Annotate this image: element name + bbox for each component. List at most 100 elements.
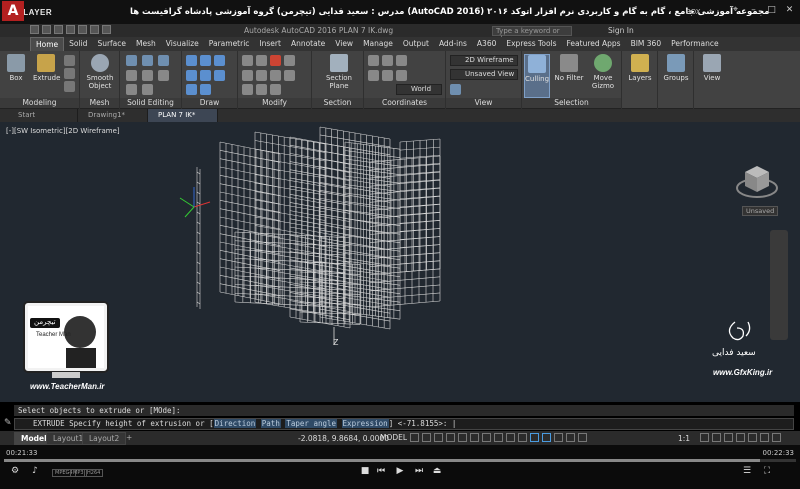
ribbon-tab-performance[interactable]: Performance [666,37,724,51]
workspace-icon[interactable] [700,433,709,442]
smooth-object-button[interactable]: Smooth Object [85,54,115,90]
extract-edges-icon[interactable] [126,84,137,95]
playlist-icon[interactable]: ☰ [740,466,754,476]
ucs-origin-icon[interactable] [382,55,393,66]
sign-in-button[interactable]: Sign In [608,26,634,35]
selection-cycling-icon[interactable] [518,433,527,442]
ortho-icon[interactable] [434,433,443,442]
application-menu-button[interactable]: A [2,1,24,21]
mirror-icon[interactable] [242,70,253,81]
box-button[interactable]: Box [3,54,29,82]
revolve-icon[interactable] [64,68,75,79]
3d-osnap-icon[interactable] [530,433,539,442]
ribbon-tab-annotate[interactable]: Annotate [286,37,330,51]
add-layout-button[interactable]: + [120,432,138,443]
search-input[interactable]: Type a keyword or phrase [492,26,572,43]
fillet-icon[interactable] [256,70,267,81]
eject-icon[interactable]: ⏏ [430,466,444,476]
offset-icon[interactable] [270,84,281,95]
customization-icon[interactable] [772,433,781,442]
extrude-button[interactable]: Extrude [33,54,60,82]
spline-icon[interactable] [214,70,225,81]
viewport-config-icon[interactable] [450,84,461,95]
ucs-3point-icon[interactable] [396,55,407,66]
clean-screen-icon[interactable] [760,433,769,442]
previous-icon[interactable]: ⏮ [374,466,388,476]
polyline-icon[interactable] [200,55,211,66]
settings-icon[interactable]: ⚙ [8,466,22,476]
loft-icon[interactable] [64,81,75,92]
minimize-icon[interactable]: – [749,6,758,15]
pin-icon[interactable]: ⌖ [731,6,740,15]
groups-button[interactable]: Groups [662,54,690,82]
ribbon-tab-featured-apps[interactable]: Featured Apps [562,37,626,51]
ribbon-tab-home[interactable]: Home [30,37,65,51]
polygon-icon[interactable] [186,84,197,95]
grid-icon[interactable] [410,433,419,442]
model-space-button[interactable]: MODEL [377,432,410,443]
move-icon[interactable] [242,55,253,66]
ucs-dropdown[interactable]: World [396,84,442,95]
snap-icon[interactable] [422,433,431,442]
section-plane-button[interactable]: Section Plane [324,54,354,90]
dynamic-ucs-icon[interactable] [542,433,551,442]
no-filter-button[interactable]: No Filter [554,54,584,82]
ribbon-tab-surface[interactable]: Surface [92,37,131,51]
circle-icon[interactable] [214,55,225,66]
command-customize-icon[interactable]: ✎ [4,418,14,430]
viewcube-ucs-menu[interactable]: Unsaved [742,206,779,216]
seek-bar[interactable] [4,459,796,462]
subtract-icon[interactable] [142,55,153,66]
arc-icon[interactable] [186,70,197,81]
imprint-icon[interactable] [142,84,153,95]
command-option[interactable]: Expression [341,419,389,428]
document-tab[interactable]: Start [8,109,78,122]
union-icon[interactable] [126,55,137,66]
fillet-edge-icon[interactable] [126,70,137,81]
erase-icon[interactable] [256,84,267,95]
object-snap-icon[interactable] [482,433,491,442]
polar-icon[interactable] [446,433,455,442]
shell-icon[interactable] [158,70,169,81]
plot-icon[interactable] [78,25,87,34]
transparency-icon[interactable] [506,433,515,442]
command-option[interactable]: Taper angle [285,419,338,428]
stop-icon[interactable]: ■ [358,466,372,476]
command-option[interactable]: Direction [213,419,257,428]
ucs-y-icon[interactable] [382,70,393,81]
ribbon-tab-add-ins[interactable]: Add-ins [434,37,472,51]
array-icon[interactable] [242,84,253,95]
ribbon-tab-view[interactable]: View [330,37,358,51]
line-icon[interactable] [186,55,197,66]
isodraft-icon[interactable] [458,433,467,442]
drawing-viewport[interactable]: [-][SW Isometric][2D Wireframe] Z Unsave… [0,122,800,402]
sphere-icon[interactable] [64,55,75,66]
document-tab[interactable]: Drawing1* [78,109,148,122]
view-button[interactable]: View [698,54,726,82]
save-icon[interactable] [54,25,63,34]
volume-icon[interactable]: ♪ [28,466,42,476]
open-file-icon[interactable] [42,25,51,34]
rectangle-icon[interactable] [200,70,211,81]
stretch-icon[interactable] [270,70,281,81]
quick-properties-icon[interactable] [736,433,745,442]
trim-icon[interactable] [270,55,281,66]
new-file-icon[interactable] [30,25,39,34]
redo-icon[interactable] [102,25,111,34]
command-input[interactable]: EXTRUDE Specify height of extrusion or [… [14,418,794,430]
ribbon-tab-mesh[interactable]: Mesh [131,37,161,51]
maximize-icon[interactable]: □ [767,6,776,15]
ribbon-tab-visualize[interactable]: Visualize [161,37,204,51]
ribbon-tab-parametric[interactable]: Parametric [204,37,255,51]
ucs-z-icon[interactable] [396,70,407,81]
move-gizmo-button[interactable]: Move Gizmo [588,54,618,90]
command-option[interactable]: Path [260,419,281,428]
ribbon-tab-a360[interactable]: A360 [472,37,501,51]
intersect-icon[interactable] [158,55,169,66]
undo-icon[interactable] [90,25,99,34]
ribbon-tab-output[interactable]: Output [398,37,434,51]
annotation-visibility-icon[interactable] [566,433,575,442]
ucs-x-icon[interactable] [368,70,379,81]
player-box-label[interactable]: BOX [686,8,701,16]
next-icon[interactable]: ⏭ [412,466,426,476]
